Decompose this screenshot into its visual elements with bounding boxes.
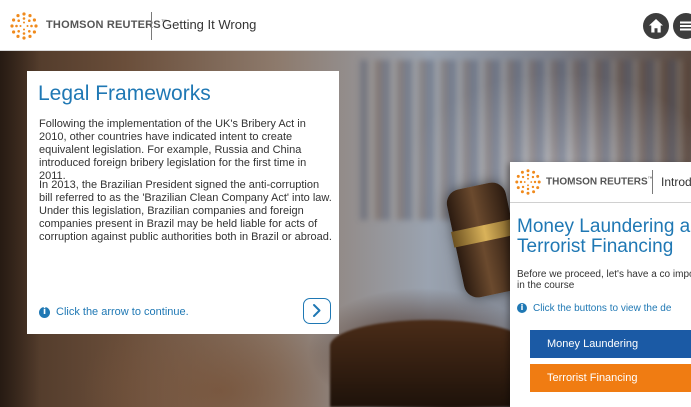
thomson-reuters-logo-icon [515,169,541,195]
overlay-window: THOMSON REUTERS™ Introd Money Laundering… [510,162,691,407]
brand-text: THOMSON REUTERS [46,19,161,31]
menu-icon [680,21,691,31]
overlay-brand-name: THOMSON REUTERS™ [546,176,653,187]
overlay-intro-text: Before we proceed, let's have a co impor… [517,269,691,291]
continue-hint-text: Click the arrow to continue. [56,306,189,318]
menu-button[interactable] [673,13,691,39]
money-laundering-button[interactable]: Money Laundering [530,330,691,358]
content-card: Legal Frameworks Following the implement… [27,71,339,334]
home-icon [649,19,663,33]
overlay-brand-text: THOMSON REUTERS [546,176,648,188]
overlay-title: Money Laundering and Terrorist Financing [517,216,691,257]
header-divider [151,12,152,40]
overlay-hint: i Click the buttons to view the de [517,303,671,314]
brand-name: THOMSON REUTERS™ [46,19,167,31]
app-window: THOMSON REUTERS™ Getting It Wrong Legal … [0,0,691,407]
gavel-block-image [330,320,530,407]
card-title: Legal Frameworks [38,82,211,105]
app-header: THOMSON REUTERS™ Getting It Wrong [0,0,691,51]
chevron-right-icon [313,304,321,317]
terrorist-financing-button[interactable]: Terrorist Financing [530,364,691,392]
info-icon: i [39,306,50,318]
card-paragraph-1: Following the implementation of the UK's… [39,118,307,182]
course-title: Getting It Wrong [162,17,257,32]
next-arrow-button[interactable] [303,298,331,324]
info-icon: i [517,303,527,314]
continue-hint: i Click the arrow to continue. [39,306,189,318]
overlay-hint-text: Click the buttons to view the de [533,303,672,314]
card-paragraph-2: In 2013, the Brazilian President signed … [39,179,332,243]
overlay-header-divider [652,170,653,194]
overlay-course-title: Introd [661,175,691,189]
thomson-reuters-logo-icon [10,12,38,40]
home-button[interactable] [643,13,669,39]
overlay-header: THOMSON REUTERS™ Introd [510,162,691,203]
